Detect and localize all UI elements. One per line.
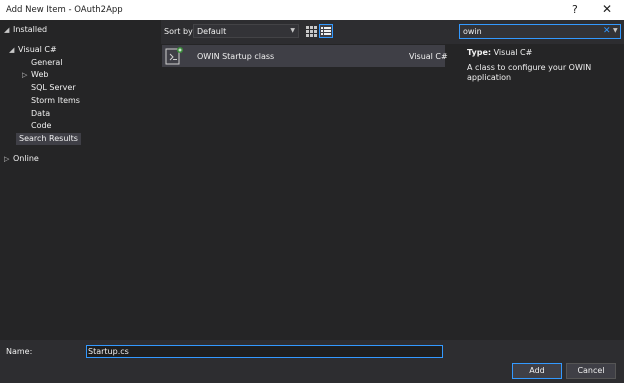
name-label: Name: — [6, 347, 33, 356]
type-line: Type: Visual C# — [467, 48, 532, 57]
tree-item-label: Online — [13, 154, 39, 163]
owin-template-icon — [165, 46, 183, 66]
item-description: A class to configure your OWIN applicati… — [467, 63, 592, 82]
tree-item-label: Search Results — [19, 134, 78, 143]
tree-item-storm-items[interactable]: Storm Items — [31, 95, 80, 107]
item-language: Visual C# — [409, 52, 448, 61]
tree-item-label: General — [31, 58, 63, 67]
item-name: OWIN Startup class — [197, 52, 275, 61]
search-value: owin — [463, 27, 482, 36]
tree-item-label: Web — [31, 70, 49, 79]
window-title: Add New Item - OAuth2App — [6, 5, 123, 15]
list-view-icon — [321, 27, 331, 35]
name-value: Startup.cs — [88, 347, 129, 356]
tree-item-general[interactable]: General — [31, 57, 63, 69]
tree-item-label: Installed — [13, 25, 48, 34]
chevron-down-icon[interactable]: ▼ — [613, 27, 618, 34]
clear-search-icon[interactable]: ✕ — [603, 26, 611, 36]
grid-view-icon — [306, 26, 317, 37]
sort-value: Default — [197, 27, 227, 36]
details-pane — [459, 44, 624, 340]
tree-item-label: Code — [31, 121, 52, 130]
category-tree — [0, 20, 161, 340]
tree-item-label: Visual C# — [18, 45, 57, 54]
expand-arrow-icon[interactable]: ▷ — [4, 153, 13, 165]
type-label: Type: — [467, 48, 492, 57]
title-bar: Add New Item - OAuth2App ? ✕ — [0, 0, 624, 20]
search-input[interactable]: owin ✕ ▼ — [459, 24, 621, 39]
type-value: Visual C# — [493, 48, 533, 57]
sort-label: Sort by: — [164, 27, 195, 36]
collapse-arrow-icon[interactable]: ◢ — [4, 24, 13, 36]
tree-item-label: SQL Server — [31, 83, 76, 92]
list-view-button[interactable] — [319, 24, 333, 38]
tree-item-label: Storm Items — [31, 96, 80, 105]
tree-item-search-results[interactable]: Search Results — [16, 133, 81, 145]
close-button[interactable]: ✕ — [602, 2, 612, 16]
collapse-arrow-icon[interactable]: ◢ — [9, 44, 18, 56]
help-button[interactable]: ? — [572, 3, 578, 16]
tree-item-web[interactable]: ▷ Web — [22, 69, 48, 81]
tree-item-installed[interactable]: ◢ Installed — [4, 24, 47, 36]
expand-arrow-icon[interactable]: ▷ — [22, 69, 31, 81]
chevron-down-icon: ▼ — [290, 27, 295, 34]
add-button[interactable]: Add — [512, 363, 562, 379]
name-input[interactable]: Startup.cs — [86, 345, 443, 358]
tree-item-data[interactable]: Data — [31, 108, 50, 120]
tree-item-sql-server[interactable]: SQL Server — [31, 82, 76, 94]
tree-item-code[interactable]: Code — [31, 120, 51, 132]
cancel-button[interactable]: Cancel — [566, 363, 616, 379]
sort-dropdown[interactable]: Default ▼ — [193, 24, 299, 38]
tree-item-online[interactable]: ▷ Online — [4, 153, 39, 165]
grid-view-button[interactable] — [304, 24, 318, 38]
template-list — [161, 44, 459, 340]
tree-item-label: Data — [31, 109, 51, 118]
tree-item-visual-csharp[interactable]: ◢ Visual C# — [9, 44, 57, 56]
